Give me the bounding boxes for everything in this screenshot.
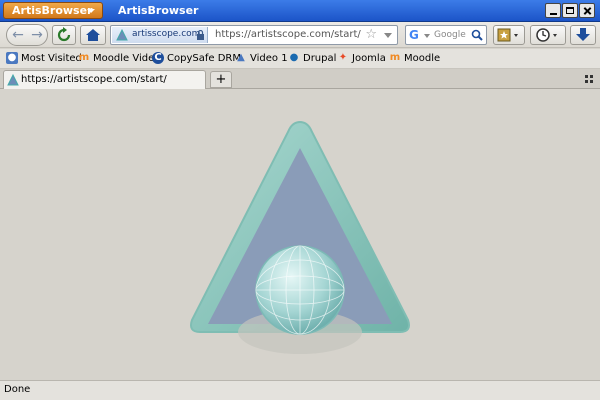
joomla-icon: ✦ bbox=[338, 52, 348, 63]
bookmark-most-visited[interactable]: ● Most Visited bbox=[6, 52, 82, 67]
minimize-icon bbox=[550, 13, 557, 15]
reload-icon bbox=[57, 27, 71, 42]
new-tab-button[interactable]: + bbox=[210, 71, 232, 88]
bookmark-video-1[interactable]: ▲ Video 1 bbox=[235, 52, 287, 67]
status-text: Done bbox=[4, 384, 31, 395]
tab-strip: https://artistscope.com/start/ + bbox=[0, 69, 600, 89]
bookmark-joomla[interactable]: ✦ Joomla bbox=[337, 52, 386, 67]
app-menu-button[interactable]: ArtisBrowser bbox=[3, 2, 103, 19]
url-bar[interactable]: artisscope.com https://artistscope.com/s… bbox=[110, 25, 398, 45]
moodle-icon: m bbox=[389, 52, 401, 63]
url-dropdown-icon[interactable] bbox=[384, 33, 392, 38]
google-icon: G bbox=[409, 28, 419, 42]
title-bar: ArtisBrowser ArtisBrowser bbox=[0, 0, 600, 22]
downloads-button[interactable] bbox=[570, 25, 596, 45]
plus-icon: + bbox=[215, 72, 227, 87]
site-logo-icon bbox=[116, 29, 128, 41]
drupal-icon: ● bbox=[289, 52, 299, 63]
artisbrowser-icon: ▲ bbox=[237, 52, 245, 63]
maximize-icon bbox=[566, 7, 574, 14]
copysafe-icon: C bbox=[152, 52, 164, 64]
site-identity[interactable]: artisscope.com bbox=[112, 27, 208, 43]
history-clock-icon bbox=[536, 28, 557, 42]
bookmarks-menu-button[interactable] bbox=[493, 25, 525, 45]
search-input[interactable]: Google bbox=[434, 30, 466, 40]
chevron-down-icon bbox=[87, 9, 95, 13]
bookmarks-toolbar: ● Most Visited m Moodle Video C CopySafe DR… bbox=[0, 49, 600, 69]
bookmark-moodle[interactable]: m Moodle bbox=[389, 52, 440, 67]
home-icon bbox=[86, 29, 100, 41]
forward-arrow-icon[interactable]: → bbox=[29, 28, 45, 42]
history-button[interactable] bbox=[530, 25, 566, 45]
bookmark-star-icon[interactable]: ☆ bbox=[365, 27, 377, 42]
minimize-button[interactable] bbox=[545, 3, 561, 18]
search-icon[interactable] bbox=[471, 29, 483, 41]
site-favicon-icon bbox=[7, 74, 19, 86]
status-bar: Done bbox=[0, 380, 600, 400]
search-bar[interactable]: G Google bbox=[405, 25, 487, 45]
bookmark-copysafe-drm[interactable]: C CopySafe DRM bbox=[152, 52, 241, 67]
most-visited-icon: ● bbox=[6, 52, 18, 64]
artistscope-logo bbox=[190, 120, 410, 354]
tab-artistscope-start[interactable]: https://artistscope.com/start/ bbox=[3, 70, 206, 89]
tab-label: https://artistscope.com/start/ bbox=[21, 74, 167, 85]
window-title: ArtisBrowser bbox=[118, 4, 199, 17]
navigation-toolbar: ← → artisscope.com https://artistscope.c… bbox=[0, 22, 600, 48]
page-content bbox=[0, 90, 600, 380]
identity-domain: artisscope.com bbox=[132, 29, 201, 39]
home-button[interactable] bbox=[80, 25, 106, 45]
reload-button[interactable] bbox=[52, 25, 76, 45]
bookmarks-menu-icon bbox=[497, 28, 518, 42]
back-arrow-icon[interactable]: ← bbox=[10, 28, 26, 42]
moodle-icon: m bbox=[78, 52, 90, 63]
url-text: https://artistscope.com/start/ bbox=[215, 29, 361, 40]
back-forward-group: ← → bbox=[6, 24, 48, 46]
search-engine-dropdown-icon[interactable] bbox=[424, 34, 430, 38]
close-button[interactable] bbox=[579, 3, 595, 18]
download-arrow-icon bbox=[576, 28, 590, 41]
tab-list-grid-icon[interactable] bbox=[584, 74, 594, 84]
lock-icon bbox=[197, 30, 204, 40]
app-menu-label: ArtisBrowser bbox=[12, 4, 93, 17]
maximize-button[interactable] bbox=[562, 3, 578, 18]
bookmark-moodle-video[interactable]: m Moodle Video bbox=[78, 52, 161, 67]
bookmark-drupal[interactable]: ● Drupal bbox=[288, 52, 337, 67]
